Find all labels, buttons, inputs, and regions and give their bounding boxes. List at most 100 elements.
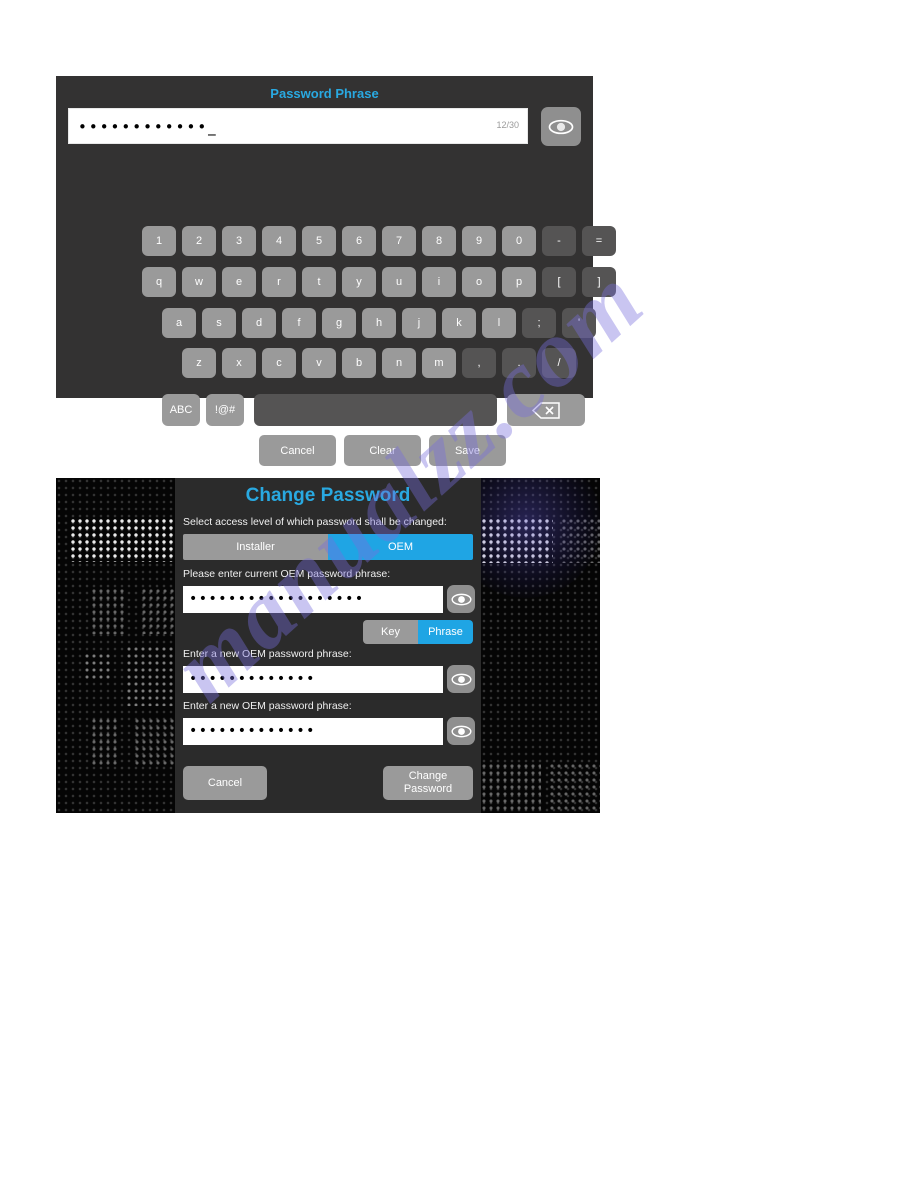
- led-patch: [91, 588, 126, 634]
- change-password-dialog-body: Change Password Select access level of w…: [175, 478, 481, 813]
- eye-icon[interactable]: [541, 107, 581, 146]
- key-u[interactable]: u: [382, 267, 416, 297]
- new-password-value-1: •••••••••••••: [189, 671, 316, 687]
- led-patch: [561, 518, 600, 563]
- password-input-row: ••••••••••••_ 12/30: [68, 107, 581, 146]
- led-patch: [70, 518, 175, 562]
- eye-icon[interactable]: [447, 585, 475, 613]
- key-k[interactable]: k: [442, 308, 476, 338]
- led-patch: [91, 718, 119, 766]
- key-r[interactable]: r: [262, 267, 296, 297]
- current-password-input[interactable]: ••••••••••••••••••: [183, 586, 443, 613]
- key-w[interactable]: w: [182, 267, 216, 297]
- key-,[interactable]: ,: [462, 348, 496, 378]
- key-7[interactable]: 7: [382, 226, 416, 256]
- key-x[interactable]: x: [222, 348, 256, 378]
- key-5[interactable]: 5: [302, 226, 336, 256]
- eye-icon[interactable]: [447, 717, 475, 745]
- current-password-value: ••••••••••••••••••: [189, 591, 365, 607]
- password-phrase-keyboard-panel: Password Phrase ••••••••••••_ 12/30 1234…: [56, 76, 616, 466]
- access-level-label: Select access level of which password sh…: [183, 516, 447, 528]
- key-f[interactable]: f: [282, 308, 316, 338]
- key-i[interactable]: i: [422, 267, 456, 297]
- key-.[interactable]: .: [502, 348, 536, 378]
- eye-glyph: [450, 673, 472, 685]
- keyboard-function-row: ABC !@#: [159, 394, 588, 426]
- key-/[interactable]: /: [542, 348, 576, 378]
- cancel-button[interactable]: Cancel: [183, 766, 267, 800]
- mode-option-key[interactable]: Key: [363, 620, 418, 644]
- key-phrase-toggle: Key Phrase: [363, 620, 473, 644]
- keyboard-row-numbers: 1 2 3 4 5 6 7 8 9 0- =: [139, 226, 619, 256]
- key-8[interactable]: 8: [422, 226, 456, 256]
- key-b[interactable]: b: [342, 348, 376, 378]
- key-t[interactable]: t: [302, 267, 336, 297]
- key-1[interactable]: 1: [142, 226, 176, 256]
- access-option-installer[interactable]: Installer: [183, 534, 328, 560]
- key-[[interactable]: [: [542, 267, 576, 297]
- key-abc[interactable]: ABC: [162, 394, 200, 426]
- mode-option-phrase[interactable]: Phrase: [418, 620, 473, 644]
- key-a[interactable]: a: [162, 308, 196, 338]
- dialog-title: Change Password: [245, 485, 411, 506]
- key--[interactable]: -: [542, 226, 576, 256]
- key-h[interactable]: h: [362, 308, 396, 338]
- password-phrase-input[interactable]: ••••••••••••_ 12/30: [68, 108, 528, 144]
- keyboard-row-asdf: a s d f g h j k l; ': [159, 308, 599, 338]
- key-g[interactable]: g: [322, 308, 356, 338]
- key-6[interactable]: 6: [342, 226, 376, 256]
- key-y[interactable]: y: [342, 267, 376, 297]
- backspace-glyph: [532, 401, 560, 419]
- new-password-input-2[interactable]: •••••••••••••: [183, 718, 443, 745]
- new-password-value-2: •••••••••••••: [189, 723, 316, 739]
- key-z[interactable]: z: [182, 348, 216, 378]
- new-password-input-1[interactable]: •••••••••••••: [183, 666, 443, 693]
- key-o[interactable]: o: [462, 267, 496, 297]
- key-d[interactable]: d: [242, 308, 276, 338]
- key-q[interactable]: q: [142, 267, 176, 297]
- access-level-toggle: Installer OEM: [183, 534, 473, 560]
- key-4[interactable]: 4: [262, 226, 296, 256]
- key-;[interactable]: ;: [522, 308, 556, 338]
- change-password-button[interactable]: Change Password: [383, 766, 473, 800]
- eye-icon[interactable]: [447, 665, 475, 693]
- access-option-oem[interactable]: OEM: [328, 534, 473, 560]
- current-password-label: Please enter current OEM password phrase…: [183, 568, 391, 580]
- cancel-button[interactable]: Cancel: [259, 435, 336, 466]
- page-title: Password Phrase: [270, 86, 379, 101]
- key-3[interactable]: 3: [222, 226, 256, 256]
- led-patch: [126, 646, 175, 706]
- key-l[interactable]: l: [482, 308, 516, 338]
- clear-button[interactable]: Clear: [344, 435, 421, 466]
- key-s[interactable]: s: [202, 308, 236, 338]
- led-matrix-background-left: [56, 478, 175, 813]
- led-patch: [134, 718, 175, 766]
- save-button[interactable]: Save: [429, 435, 506, 466]
- key-v[interactable]: v: [302, 348, 336, 378]
- key-][interactable]: ]: [582, 267, 616, 297]
- eye-glyph: [548, 119, 574, 134]
- character-counter: 12/30: [496, 120, 519, 130]
- key-symbols[interactable]: !@#: [206, 394, 244, 426]
- led-patch: [481, 763, 541, 813]
- backspace-icon[interactable]: [507, 394, 585, 426]
- key-space[interactable]: [254, 394, 497, 426]
- key-n[interactable]: n: [382, 348, 416, 378]
- key-j[interactable]: j: [402, 308, 436, 338]
- key-9[interactable]: 9: [462, 226, 496, 256]
- key-c[interactable]: c: [262, 348, 296, 378]
- key-2[interactable]: 2: [182, 226, 216, 256]
- key-0[interactable]: 0: [502, 226, 536, 256]
- new-password-label-2: Enter a new OEM password phrase:: [183, 700, 352, 712]
- key-e[interactable]: e: [222, 267, 256, 297]
- key-p[interactable]: p: [502, 267, 536, 297]
- keyboard-row-zxcv: z x c v b n m,. /: [179, 348, 579, 378]
- key-'[interactable]: ': [562, 308, 596, 338]
- eye-glyph: [450, 593, 472, 605]
- key-m[interactable]: m: [422, 348, 456, 378]
- key-=[interactable]: =: [582, 226, 616, 256]
- led-matrix-background-right: [451, 478, 600, 813]
- led-patch: [481, 518, 553, 563]
- password-input-value: ••••••••••••_: [78, 118, 218, 136]
- change-password-panel: Change Password Select access level of w…: [56, 478, 600, 813]
